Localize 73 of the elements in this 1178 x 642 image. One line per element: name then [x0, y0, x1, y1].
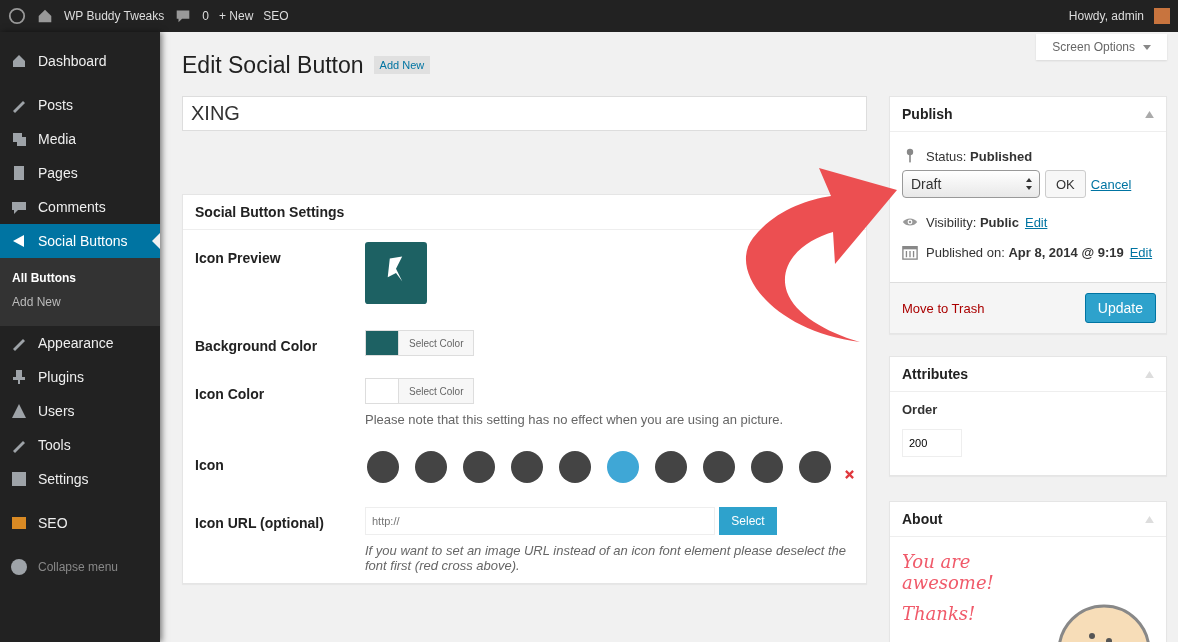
remove-icon[interactable]	[845, 469, 854, 479]
visibility-text: Visibility: Public	[926, 214, 1019, 230]
field-label: Background Color	[195, 337, 319, 356]
site-name-link[interactable]: WP Buddy Tweaks	[64, 9, 165, 23]
field-note: If you want to set an image URL instead of an icon font element please deselect the font first (red cross above).	[365, 543, 848, 573]
menu-icon	[10, 470, 28, 488]
field-label: Icon URL (optional)	[195, 514, 325, 533]
menu-icon	[10, 368, 28, 386]
greeting-link[interactable]: Howdy, admin	[1068, 9, 1144, 23]
order-field[interactable]: 200	[902, 429, 962, 457]
menu-item[interactable]: Posts	[0, 88, 160, 122]
submenu-item[interactable]: All Buttons	[0, 266, 160, 290]
field-label: Icon	[195, 456, 225, 475]
social-icon[interactable]	[701, 449, 737, 485]
status-select[interactable]: Draft	[902, 170, 1040, 198]
page-title: Edit Social Button	[182, 52, 364, 79]
menu-item[interactable]: Plugins	[0, 360, 160, 394]
social-icon[interactable]	[413, 449, 449, 485]
social-icon[interactable]	[557, 449, 593, 485]
menu-item[interactable]: Social Buttons	[0, 224, 160, 258]
social-icon[interactable]	[653, 449, 689, 485]
seo-link[interactable]: SEO	[263, 9, 289, 23]
menu-item[interactable]: Appearance	[0, 326, 160, 360]
field-label: Order	[902, 402, 939, 417]
social-icon[interactable]	[461, 449, 497, 485]
menu-icon	[10, 130, 28, 148]
url-field[interactable]: http://	[365, 507, 715, 535]
social-icon[interactable]	[365, 449, 401, 485]
handwritten-text: You are awesome!	[902, 551, 995, 593]
logo-icon[interactable]	[8, 7, 26, 25]
social-icon[interactable]	[797, 449, 833, 485]
add-new-button[interactable]: Add New	[373, 56, 431, 74]
edit-link[interactable]: Edit	[1024, 214, 1048, 230]
menu-icon	[10, 52, 28, 70]
submenu-item[interactable]: Add New	[0, 290, 160, 314]
panel-title: Publish	[902, 106, 953, 122]
move-to-trash-link[interactable]: Move to Trash	[902, 300, 985, 316]
menu-icon	[10, 514, 28, 532]
handwritten-text: Thanks!	[902, 603, 977, 624]
preview-tile-icon	[365, 242, 427, 304]
calendar-icon	[902, 244, 918, 260]
social-icon[interactable]	[749, 449, 785, 485]
menu-item[interactable]: Settings	[0, 462, 160, 496]
status-text: Status: Published	[926, 148, 1033, 164]
collapse-icon	[10, 558, 28, 576]
screen-options-tab[interactable]: Screen Options	[1036, 34, 1167, 60]
cancel-link[interactable]: Cancel	[1090, 176, 1132, 192]
new-link[interactable]: + New	[218, 9, 254, 23]
published-date-text: Published on: Apr 8, 2014 @ 9:19	[926, 244, 1124, 260]
panel-title: About	[902, 511, 943, 527]
panel-title: Attributes	[902, 366, 969, 382]
menu-icon	[10, 402, 28, 420]
select-arrows-icon	[1025, 177, 1033, 191]
field-label: Icon Preview	[195, 249, 282, 268]
menu-item[interactable]: Comments	[0, 190, 160, 224]
menu-item[interactable]: Media	[0, 122, 160, 156]
field-note: Please note that this setting has no effect when you are using an picture.	[365, 412, 785, 427]
menu-item[interactable]: SEO	[0, 506, 160, 540]
edit-link[interactable]: Edit	[1129, 244, 1153, 260]
caret-icon	[1143, 45, 1151, 51]
collapse-menu-button[interactable]: Collapse menu	[0, 550, 160, 584]
field-label: Icon Color	[195, 385, 266, 404]
color-picker-button[interactable]: Select Color	[365, 330, 475, 356]
menu-item[interactable]: Pages	[0, 156, 160, 190]
comment-count: 0	[202, 9, 209, 23]
ok-button[interactable]: OK	[1045, 170, 1086, 198]
menu-item[interactable]: Users	[0, 394, 160, 428]
menu-item[interactable]: Tools	[0, 428, 160, 462]
title-field[interactable]: XING	[182, 96, 867, 131]
home-icon	[36, 7, 54, 25]
menu-item[interactable]: Dashboard	[0, 44, 160, 78]
color-picker-button[interactable]: Select Color	[365, 378, 475, 404]
social-icon[interactable]	[509, 449, 545, 485]
